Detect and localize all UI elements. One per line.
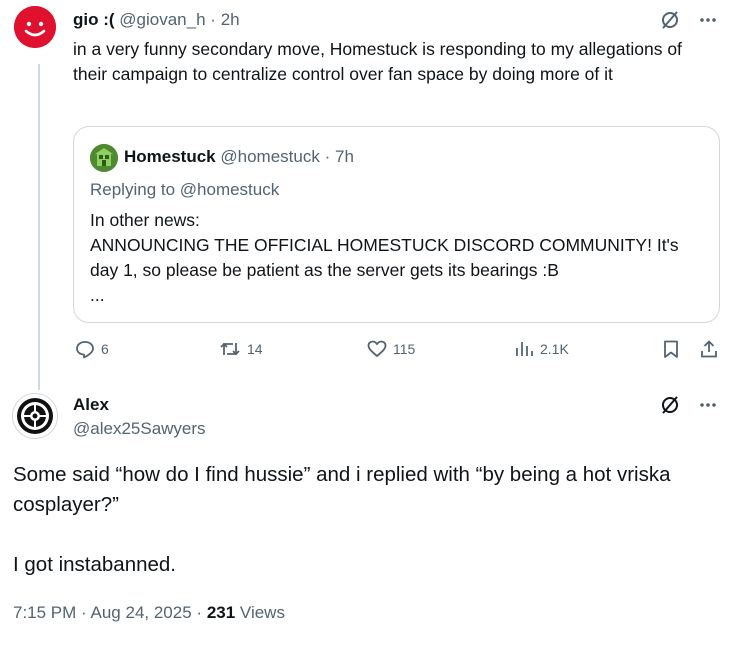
alex-profile-icon (13, 394, 57, 438)
tweet-date[interactable]: Aug 24, 2025 (91, 603, 192, 622)
heart-icon (367, 340, 387, 357)
main-tweet-text: Some said “how do I find hussie” and i r… (13, 460, 723, 580)
header-separator: · (210, 10, 216, 29)
quoted-tweet-card[interactable]: Homestuck @homestuck · 7h Replying to @h… (73, 126, 720, 323)
main-tweet-top-icons (659, 394, 719, 416)
first-tweet-action-bar: 6 14 115 2.1K (73, 339, 723, 365)
views-number: 231 (206, 603, 236, 622)
more-options-icon[interactable] (697, 394, 719, 416)
alex-avatar[interactable] (12, 393, 58, 439)
quoted-tweet-text: In other news: ANNOUNCING THE OFFICIAL H… (90, 208, 710, 308)
more-options-icon[interactable] (697, 9, 719, 31)
first-tweet-top-icons (659, 9, 719, 31)
homestuck-house-icon (90, 144, 118, 172)
like-button[interactable]: 115 (367, 339, 415, 359)
homestuck-display-name[interactable]: Homestuck (124, 147, 216, 166)
replying-to-label: Replying to @homestuck (90, 180, 280, 199)
repost-icon (220, 342, 240, 356)
alex-display-name[interactable]: Alex (73, 393, 206, 417)
repost-count: 14 (247, 341, 263, 357)
share-button[interactable] (699, 339, 719, 359)
repost-button[interactable]: 14 (219, 339, 263, 359)
analytics-icon (516, 342, 533, 356)
main-tweet-paragraph-1: Some said “how do I find hussie” and i r… (13, 463, 671, 516)
main-tweet-header: Alex @alex25Sawyers (73, 393, 206, 441)
like-count: 115 (393, 341, 416, 357)
bookmark-button[interactable] (661, 339, 681, 359)
meta-separator-1: · (81, 603, 87, 622)
share-icon (701, 340, 717, 358)
meta-separator-2: · (196, 603, 203, 622)
first-tweet-text: in a very funny secondary move, Homestuc… (73, 39, 682, 84)
alex-handle[interactable]: @alex25Sawyers (73, 417, 206, 441)
gio-display-name[interactable]: gio :( (73, 10, 115, 29)
views-label: Views (239, 603, 285, 622)
homestuck-handle[interactable]: @homestuck (220, 147, 319, 166)
grok-icon[interactable] (659, 394, 681, 416)
red-smiley-avatar-icon (14, 6, 56, 48)
first-tweet-header: gio :( @giovan_h · 2h (73, 9, 240, 31)
quoted-tweet-header: Homestuck @homestuck · 7h (124, 145, 354, 169)
quoted-text-line-2: ANNOUNCING THE OFFICIAL HOMESTUCK DISCOR… (90, 235, 679, 280)
reply-count: 6 (101, 341, 109, 357)
reply-icon (76, 341, 94, 359)
gio-tweet-time[interactable]: 2h (221, 10, 240, 29)
reply-button[interactable]: 6 (75, 339, 109, 359)
bookmark-icon (664, 340, 678, 358)
main-tweet-metadata: 7:15 PM · Aug 24, 2025 · 231 Views (13, 601, 285, 625)
views-button[interactable]: 2.1K (514, 339, 569, 359)
tweet-time[interactable]: 7:15 PM (13, 603, 76, 622)
homestuck-avatar[interactable] (90, 144, 118, 172)
gio-handle[interactable]: @giovan_h (119, 10, 205, 29)
quote-header-separator: · (324, 147, 331, 166)
thread-connector-line (38, 64, 40, 390)
main-tweet-paragraph-2: I got instabanned. (13, 553, 176, 576)
homestuck-tweet-time[interactable]: 7h (335, 147, 354, 166)
gio-avatar[interactable] (14, 6, 56, 48)
quoted-text-ellipsis: ... (90, 285, 105, 305)
quoted-text-line-1: In other news: (90, 210, 200, 230)
views-count: 2.1K (540, 341, 569, 357)
grok-icon[interactable] (659, 9, 681, 31)
